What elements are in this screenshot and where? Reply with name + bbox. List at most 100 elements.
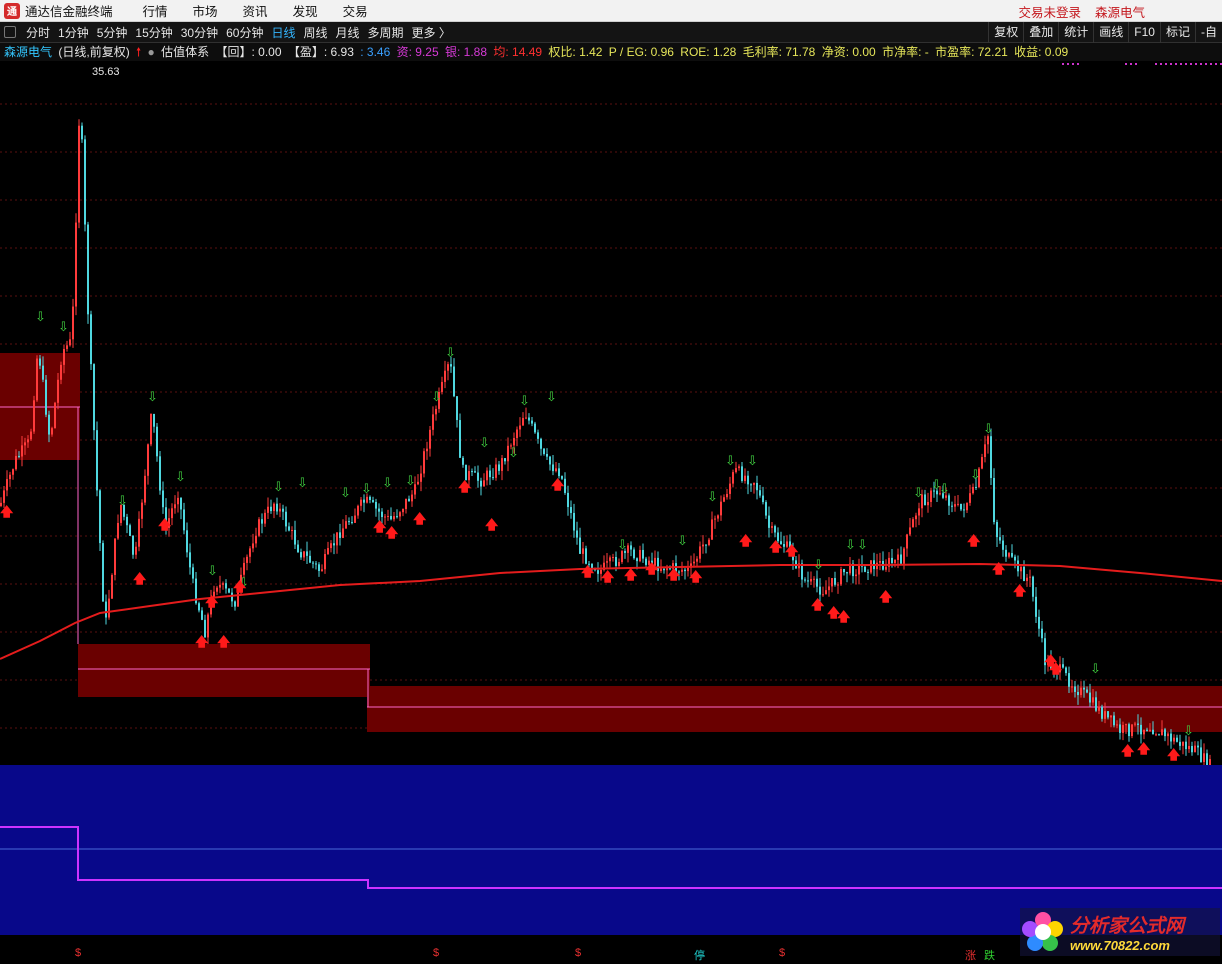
candle-body [1173,737,1175,742]
sell-signal-icon: ⇩ [1090,662,1101,677]
info-pe-ratio: 市盈率: 72.21 [935,45,1008,59]
settings-circle-icon[interactable]: ● [148,45,155,59]
candle-body [741,466,743,481]
candle-body [1065,667,1067,674]
event-tag[interactable]: 跌 [984,947,995,963]
candle-body [129,525,131,536]
period-weekly[interactable]: 周线 [299,24,331,41]
candle-body [1155,734,1157,736]
menu-quotes[interactable]: 行情 [143,1,168,20]
info-v1: : 3.46 [360,45,391,59]
candle-body [996,522,998,538]
period-monthly[interactable]: 月线 [332,24,364,41]
sell-signal-icon: ⇩ [813,558,824,573]
period-daily[interactable]: 日线 [267,24,299,41]
sell-signal-icon: ⇩ [147,390,158,405]
candle-body [132,535,134,555]
period-intraday[interactable]: 分时 [22,24,54,41]
info-system[interactable]: 估值体系 [161,43,209,60]
period-60min[interactable]: 60分钟 [222,24,267,41]
candle-body [1005,549,1007,557]
period-1min[interactable]: 1分钟 [54,24,93,41]
period-15min[interactable]: 15分钟 [131,24,176,41]
candle-body [744,475,746,481]
candle-body [993,477,995,523]
event-tag[interactable]: $ [75,947,81,959]
period-5min[interactable]: 5分钟 [93,24,132,41]
event-tag[interactable]: 停 [694,947,705,963]
candle-body [927,501,929,506]
candle-body [405,498,407,509]
menu-market[interactable]: 市场 [193,1,218,20]
candle-body [72,306,74,340]
candle-body [66,345,68,349]
candle-body [267,506,269,513]
info-gross: 毛利率: 71.78 [742,45,816,59]
tool-custom[interactable]: -自 [1195,22,1222,43]
buy-signal-icon: 🡅 [967,534,981,549]
candle-body [1134,723,1136,725]
candle-body [1080,687,1082,696]
period-multi[interactable]: 多周期 [364,24,408,41]
candle-body [1179,741,1181,746]
buy-signal-icon: 🡅 [385,526,399,541]
candle-body [156,426,158,457]
candle-body [228,588,230,593]
candle-body [27,439,29,443]
event-tag[interactable]: $ [433,947,439,959]
candle-body [891,557,893,564]
menu-discover[interactable]: 发现 [293,1,318,20]
menu-news[interactable]: 资讯 [243,1,268,20]
candle-body [108,598,110,618]
candle-body [537,432,539,439]
candle-body [1188,746,1190,750]
candle-body [291,529,293,531]
tool-overlay[interactable]: 叠加 [1023,22,1058,43]
candle-body [900,554,902,564]
candle-body [411,494,413,502]
tool-f10[interactable]: F10 [1128,22,1160,43]
candle-body [345,521,347,529]
sidebar-toggle-icon[interactable] [4,26,16,38]
candle-body [1185,741,1187,750]
event-tag[interactable]: $ [575,947,581,959]
watermark-url: www.70822.com [1070,938,1170,953]
candle-body [180,497,182,510]
login-status[interactable]: 交易未登录 [1018,2,1081,21]
tool-statistics[interactable]: 统计 [1058,22,1093,43]
candle-body [969,493,971,503]
candle-body [417,481,419,485]
period-30min[interactable]: 30分钟 [177,24,222,41]
candle-body [408,498,410,502]
candle-body [585,548,587,564]
event-tag[interactable]: $ [779,947,785,959]
candle-body [90,314,92,365]
candle-body [285,511,287,527]
tool-restore-rights[interactable]: 复权 [988,22,1023,43]
period-more[interactable]: 更多 〉 [408,24,455,41]
candle-body [840,568,842,585]
candle-body [465,464,467,481]
event-tag[interactable]: 涨 [965,947,976,963]
candle-body [153,413,155,427]
buy-signal-icon: 🡅 [1167,748,1181,763]
tool-draw-line[interactable]: 画线 [1093,22,1128,43]
tool-mark[interactable]: 标记 [1159,22,1195,43]
kline-chart-area[interactable]: ⇩ ⇩ ⇩ ⇩ ⇩ ⇩ ⇩ ⇩ ⇩ ⇩ ⇩ ⇩ ⇩ ⇩ ⇩ ⇩ ⇩ ⇩ ⇩ ⇩ ⇩ ⇩ ⇩ ⇩ ⇩ ⇩ ⇩ ⇩ ⇩ ⇩ ⇩ ⇩ ⇩ ⇩ 🡅 🡅 🡅 🡅 🡅 🡅… [0,61,1222,964]
menu-trade[interactable]: 交易 [343,1,368,20]
candle-body [837,584,839,586]
candle-body [318,564,320,571]
kline-chart[interactable]: ⇩⇩⇩⇩⇩⇩⇩⇩ ⇩⇩ ⇩ ⇩ ⇩⇩⇩⇩⇩⇩ ⇩⇩ ⇩⇩⇩ ⇩⇩⇩ ⇩⇩⇩⇩⇩⇩⇩⇩🡅🡅🡅🡅 🡅🡅… [0,61,1222,946]
candle-body [879,560,881,563]
candle-body [300,552,302,558]
candle-body [261,519,263,524]
candle-body [162,490,164,508]
candle-body [135,546,137,555]
buy-signal-icon: 🡅 [1049,662,1063,677]
candle-body [513,438,515,446]
buy-signal-icon: 🡅 [811,598,825,613]
candle-body [813,578,815,580]
candle-body [951,505,953,507]
candle-body [630,545,632,550]
candle-body [1035,596,1037,617]
